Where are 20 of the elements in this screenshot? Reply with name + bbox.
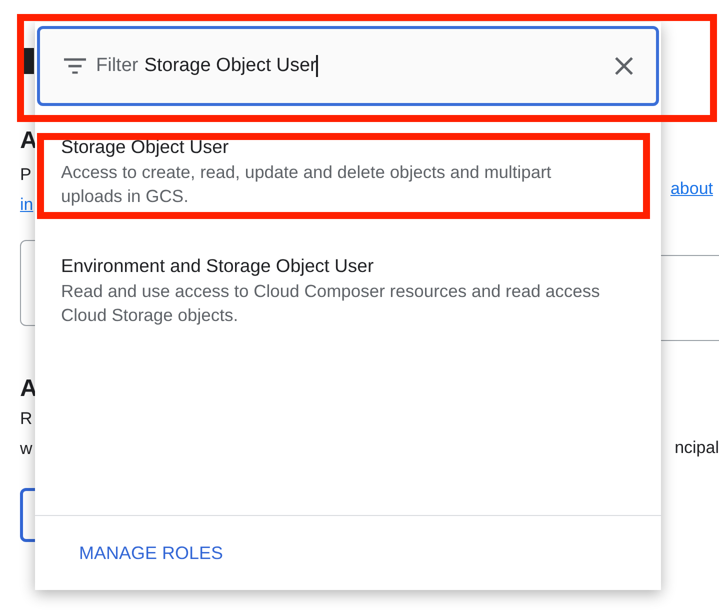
role-description: Access to create, read, update and delete objects and multipart uploads in GCS. [61, 161, 552, 208]
manage-roles-button[interactable]: MANAGE ROLES [69, 536, 234, 570]
close-icon[interactable] [614, 56, 634, 76]
body-text: w [20, 438, 32, 460]
role-option[interactable]: Environment and Storage Object User Read and use access to Cloud Composer resources and read access Cloud Storage objects. [35, 255, 661, 327]
body-text: P [20, 164, 32, 186]
role-description: Read and use access to Cloud Composer resources and read access Cloud Storage objects. [61, 280, 601, 327]
filter-label: Filter [96, 55, 138, 77]
role-title: Environment and Storage Object User [61, 255, 375, 277]
role-title: Storage Object User [61, 136, 230, 158]
help-link[interactable]: in [20, 190, 34, 220]
filter-value: Storage Object User [144, 55, 316, 77]
section-heading: A [20, 126, 38, 156]
help-link[interactable]: about [670, 174, 713, 204]
role-option[interactable]: Storage Object User Access to create, read, update and delete objects and multipart uploads in GCS. [35, 136, 661, 208]
body-text: ncipal [674, 437, 719, 459]
filter-field[interactable]: Filter Storage Object User [37, 26, 659, 106]
body-text: R [20, 408, 32, 430]
section-heading: A [20, 374, 38, 404]
filter-icon [64, 58, 86, 74]
